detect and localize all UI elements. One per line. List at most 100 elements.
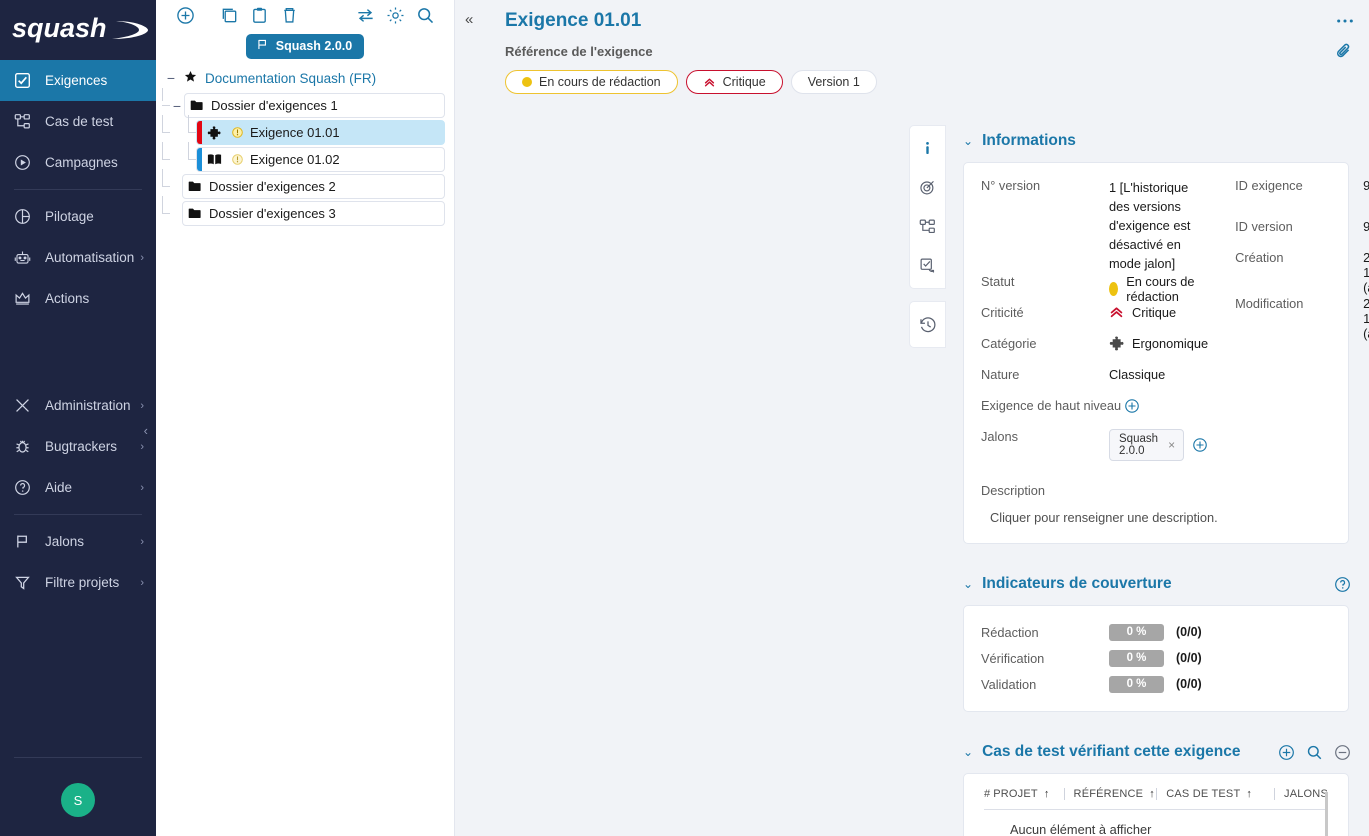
sidebar-item-label: Bugtrackers [45,439,117,454]
description-placeholder[interactable]: Cliquer pour renseigner une description. [981,510,1348,525]
informations-right-column: ID exigence 92 ID version 92 Création 23… [1208,177,1369,461]
sort-asc-icon[interactable]: ↑ [1044,788,1050,800]
collapse-toggle-icon[interactable]: − [164,71,178,85]
add-icon[interactable] [170,3,200,29]
tree-item-dossier-2[interactable]: Dossier d'exigences 2 [182,174,445,199]
delete-icon[interactable] [274,3,304,29]
sidebar-item-pilotage[interactable]: Pilotage [0,196,156,237]
tree-toolbar [156,0,454,31]
paperclip-icon[interactable] [1320,36,1369,66]
ellipsis-icon[interactable] [1320,6,1369,36]
coverage-fraction: (0/0) [1176,677,1202,691]
plus-circle-icon[interactable] [1192,437,1208,453]
chevron-down-icon[interactable]: ⌄ [963,577,973,591]
section-informations-header[interactable]: ⌄ Informations [945,126,1369,156]
chevron-down-icon[interactable]: ⌄ [963,745,973,759]
sidebar-item-cas-de-test[interactable]: Cas de test [0,101,156,142]
tab-hierarchy[interactable] [910,207,945,246]
jalon-chip[interactable]: Squash 2.0.0 × [1109,429,1184,461]
chevron-down-icon[interactable]: ⌄ [963,134,973,148]
folder-icon [185,99,209,112]
critical-chevrons-icon [703,76,716,89]
milestone-badge[interactable]: Squash 2.0.0 [246,34,364,59]
tree-item-exigence-0101[interactable]: Exigence 01.01 [196,120,445,145]
status-badge[interactable]: En cours de rédaction [505,70,678,94]
content-scroll-area[interactable]: ⌄ Informations N° version 1 [L'historiqu… [945,126,1369,836]
folder-icon [183,207,207,220]
sidebar-item-campagnes[interactable]: Campagnes [0,142,156,183]
tree-node-folder-2: Dossier d'exigences 2 [156,173,454,200]
sort-asc-icon[interactable]: ↑ [1246,788,1252,800]
tree-root-node[interactable]: − Documentation Squash (FR) [156,67,454,89]
tree-item-exigence-0102[interactable]: Exigence 01.02 [196,147,445,172]
column-cas-de-test[interactable]: CAS DE TEST↑ [1156,788,1274,810]
sidebar-item-exigences[interactable]: Exigences [0,60,156,101]
field-value-wrap[interactable]: Ergonomique [1109,335,1208,351]
tree-rail [156,146,170,173]
plus-circle-icon[interactable] [1124,398,1140,414]
sidebar-item-administration[interactable]: Administration › [0,385,156,426]
sidebar-item-actions[interactable]: Actions [0,278,156,319]
column-projet[interactable]: PROJET↑ [993,788,1063,810]
sidebar-item-bugtrackers[interactable]: Bugtrackers › [0,426,156,467]
sidebar-nav-list: Exigences Cas de test Campagnes Pilo [0,60,156,603]
settings-icon[interactable] [380,3,410,29]
criticality-badge[interactable]: Critique [686,70,783,94]
sidebar-divider-1 [14,189,142,190]
sidebar-collapse-button[interactable]: ‹ [144,424,148,437]
collapse-tree-button[interactable]: « [465,11,473,28]
header-chips: En cours de rédaction Critique Version 1 [455,70,1369,94]
coverage-actions [1334,576,1369,593]
field-value-wrap[interactable]: Critique [1109,304,1176,320]
informations-card: N° version 1 [L'historique des versions … [963,162,1349,544]
search-icon[interactable] [1306,744,1323,761]
page-subtitle: Référence de l'exigence [455,44,1369,59]
tree-item-dossier-1[interactable]: Dossier d'exigences 1 [184,93,445,118]
tree-item-dossier-3[interactable]: Dossier d'exigences 3 [182,201,445,226]
column-reference[interactable]: RÉFÉRENCE↑ [1064,788,1157,810]
tab-coverage[interactable] [910,168,945,207]
version-badge[interactable]: Version 1 [791,70,877,94]
field-value: 92 [1363,218,1369,234]
empty-message: Aucun élément à afficher [984,810,1328,836]
remove-icon[interactable] [1334,744,1351,761]
testcases-actions [1278,744,1369,761]
field-id-exigence: ID exigence 92 [1218,177,1369,218]
field-value: 1 [L'historique des versions d'exigence … [1109,177,1208,273]
table-vertical-scrollbar[interactable] [1325,792,1328,836]
tab-verification[interactable] [910,246,945,285]
main-content: « Exigence 01.01 Référence de l'exigence… [455,0,1369,836]
sidebar-item-aide[interactable]: Aide › [0,467,156,508]
chevron-right-icon: › [140,536,144,548]
expand-toggle-icon[interactable]: − [170,99,184,113]
field-label: Statut [964,273,1109,289]
copy-icon[interactable] [214,3,244,29]
version-badge-label: Version 1 [808,75,860,89]
sort-asc-icon[interactable]: ↑ [1149,788,1155,800]
column-jalons[interactable]: JALONS [1274,788,1328,810]
avatar[interactable]: S [61,783,95,817]
section-coverage-header[interactable]: ⌄ Indicateurs de couverture [945,569,1369,599]
sidebar-item-jalons[interactable]: Jalons › [0,521,156,562]
help-circle-icon[interactable] [1334,576,1351,593]
tree-rail [156,173,170,200]
description-block: Description Cliquer pour renseigner une … [964,477,1348,543]
tree-node-folder-1: − Dossier d'exigences 1 [156,92,454,119]
close-icon[interactable]: × [1168,438,1175,452]
move-icon[interactable] [350,3,380,29]
sidebar-item-filtre-projets[interactable]: Filtre projets › [0,562,156,603]
search-icon[interactable] [410,3,440,29]
sidebar-item-automatisation[interactable]: Automatisation › [0,237,156,278]
paste-icon[interactable] [244,3,274,29]
add-icon[interactable] [1278,744,1295,761]
book-icon [202,153,226,166]
tab-information[interactable] [910,129,945,168]
section-testcases-header[interactable]: ⌄ Cas de test vérifiant cette exigence [945,737,1369,767]
field-value: 23/02/2022 18:03 (admin) [1363,295,1369,341]
column-index: # [984,788,993,810]
squash-logo[interactable]: squash [0,0,156,60]
field-value-wrap[interactable]: En cours de rédaction [1109,273,1208,304]
coverage-row-validation: Validation 0 % (0/0) [964,671,1348,697]
tab-history[interactable] [910,305,945,344]
sidebar-item-label: Campagnes [45,155,118,170]
